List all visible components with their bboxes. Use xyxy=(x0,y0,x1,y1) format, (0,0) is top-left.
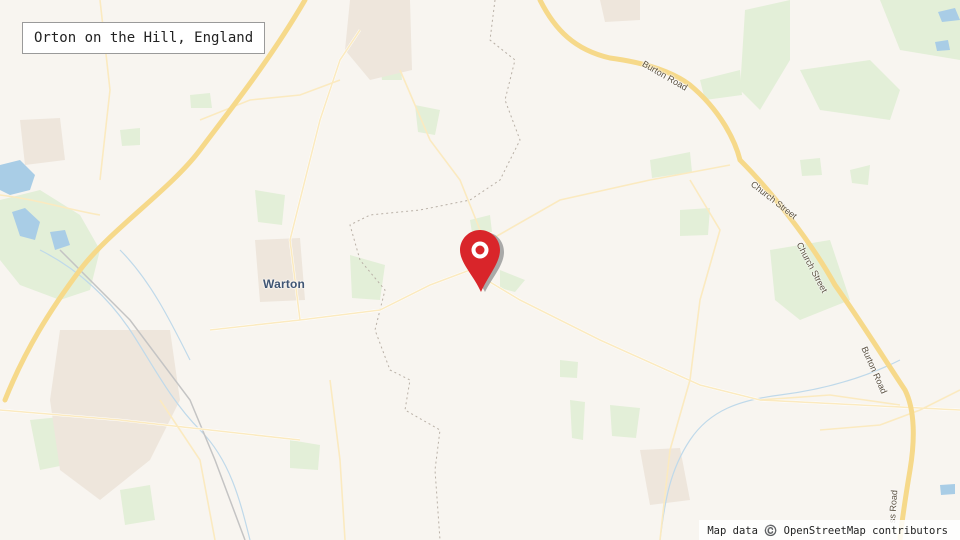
map-title: Orton on the Hill, England xyxy=(22,22,266,54)
map-canvas[interactable]: Orton on the Hill, England Warton Burton… xyxy=(0,0,960,540)
map-pin-icon[interactable] xyxy=(458,228,504,294)
map-pin-shape xyxy=(460,230,504,292)
built-up-areas xyxy=(20,0,690,505)
place-label-warton: Warton xyxy=(263,277,306,291)
map-attribution: Map data ©️ OpenStreetMap contributors xyxy=(699,520,960,540)
